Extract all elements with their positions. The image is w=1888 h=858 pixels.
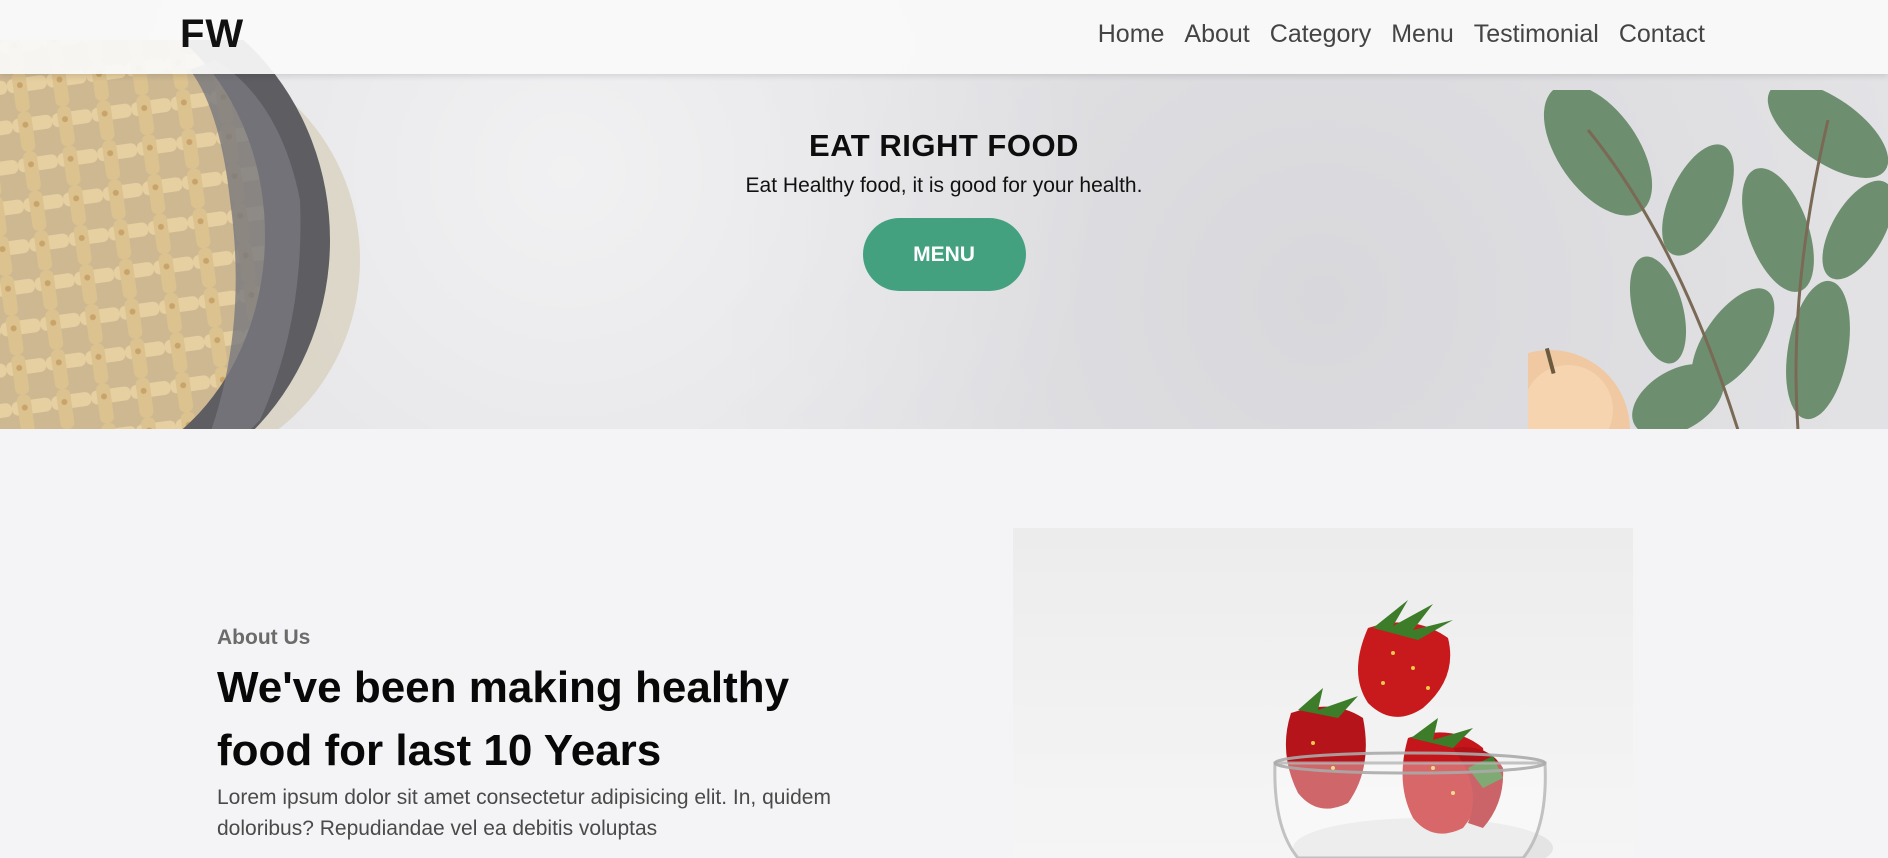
about-text: Lorem ipsum dolor sit amet consectetur a…: [217, 786, 831, 840]
nav-link-testimonial[interactable]: Testimonial: [1474, 20, 1599, 49]
hero-subtitle: Eat Healthy food, it is good for your he…: [745, 174, 1143, 197]
about-label: About Us: [217, 626, 311, 649]
about-heading: We've been making healthy food for last …: [217, 663, 790, 775]
nav-links: Home About Category Menu Testimonial Con…: [1078, 20, 1705, 49]
nav-link-home[interactable]: Home: [1098, 20, 1165, 49]
nav-link-category[interactable]: Category: [1270, 20, 1371, 49]
navbar: FW Home About Category Menu Testimonial …: [0, 0, 1888, 74]
nav-link-contact[interactable]: Contact: [1619, 20, 1705, 49]
logo[interactable]: FW: [180, 12, 244, 57]
strawberry-image: [1013, 528, 1633, 858]
nav-link-about[interactable]: About: [1184, 20, 1249, 49]
nav-link-menu[interactable]: Menu: [1391, 20, 1454, 49]
menu-button[interactable]: MENU: [862, 218, 1026, 291]
hero-title: EAT RIGHT FOOD: [809, 128, 1079, 163]
hero-content: EAT RIGHT FOOD Eat Healthy food, it is g…: [0, 128, 1888, 291]
